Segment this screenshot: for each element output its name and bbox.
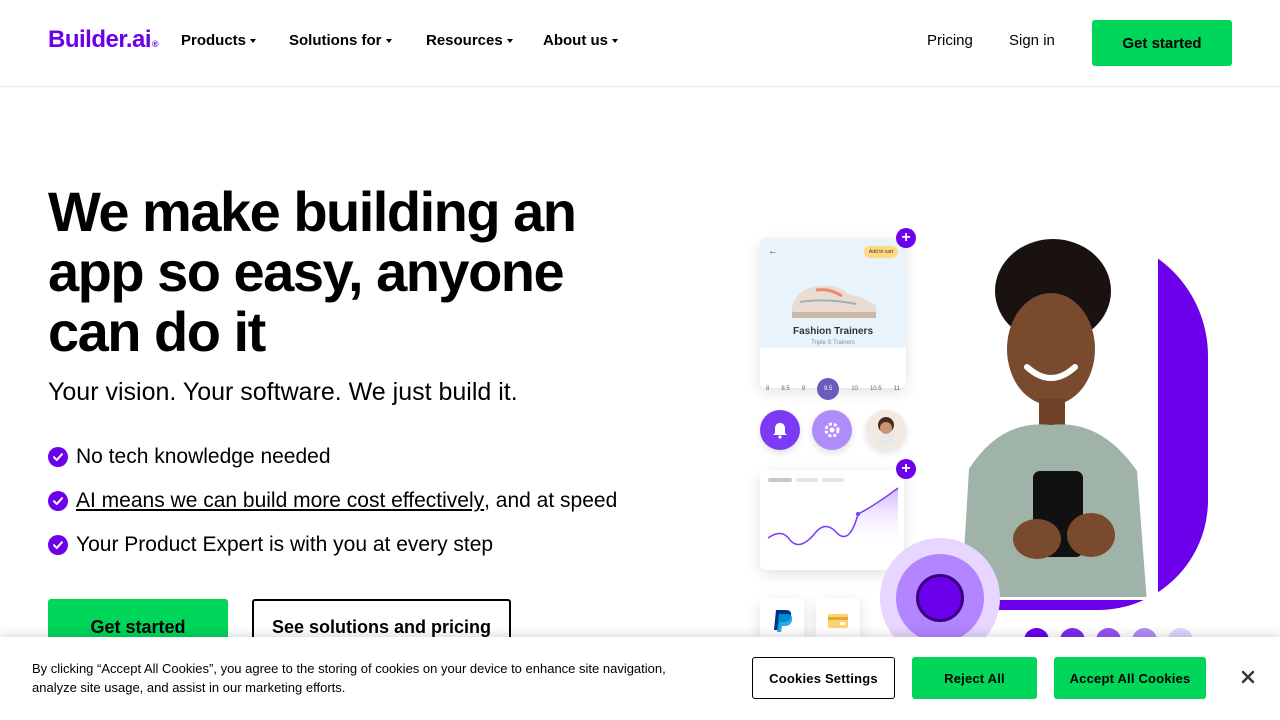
hero-title: We make building an app so easy, anyone …	[48, 180, 577, 363]
size-selector: 8 8.5 9 9.5 10 10.5 11	[766, 378, 900, 400]
add-to-cart-badge: Add to cart	[864, 246, 898, 258]
reject-all-button[interactable]: Reject All	[912, 657, 1037, 699]
list-item: AI means we can build more cost effectiv…	[48, 488, 617, 514]
person-illustration	[941, 239, 1155, 597]
cookies-settings-button[interactable]: Cookies Settings	[752, 657, 895, 699]
size-option: 11	[893, 386, 900, 392]
site-header: Builder.ai ® Products Solutions for Resou…	[0, 0, 1280, 87]
list-item: Your Product Expert is with you at every…	[48, 532, 617, 558]
size-option: 8	[766, 386, 770, 392]
bell-icon	[760, 410, 800, 450]
line-chart-icon	[767, 487, 899, 550]
nav-resources-label: Resources	[426, 32, 503, 49]
nav-products-label: Products	[181, 32, 247, 49]
nav-about-label: About us	[543, 32, 608, 49]
woman-with-phone-image	[938, 236, 1158, 600]
caret-down-icon	[250, 38, 257, 43]
nav-about[interactable]: About us	[543, 32, 618, 49]
size-option: 8.5	[781, 386, 790, 392]
plus-icon: +	[896, 228, 916, 248]
ai-cost-link[interactable]: AI means we can build more cost effectiv…	[76, 489, 484, 513]
gear-icon	[812, 410, 852, 450]
check-icon	[48, 535, 68, 555]
product-card: ← Add to cart Fashion Trainers Triple S …	[760, 238, 906, 400]
product-subtitle: Triple S Trainers	[811, 340, 855, 346]
sneaker-icon	[792, 285, 876, 318]
nav-products[interactable]: Products	[181, 32, 257, 49]
wallet-card	[816, 598, 860, 642]
donut-center	[916, 574, 964, 622]
cookie-banner: By clicking “Accept All Cookies”, you ag…	[0, 637, 1280, 720]
accept-all-cookies-button[interactable]: Accept All Cookies	[1054, 657, 1206, 699]
list-item: No tech knowledge needed	[48, 444, 617, 470]
size-option-selected: 9.5	[817, 378, 840, 400]
size-option: 10.5	[869, 386, 882, 392]
header-get-started-button[interactable]: Get started	[1092, 20, 1232, 66]
donut-ring	[896, 554, 984, 642]
bullet-text: No tech knowledge needed	[76, 445, 331, 468]
caret-down-icon	[385, 38, 392, 43]
feature-list: No tech knowledge needed AI means we can…	[48, 444, 617, 576]
logo-text: Builder.ai	[48, 26, 152, 53]
product-title: Fashion Trainers	[792, 326, 874, 337]
plus-icon: +	[896, 459, 916, 479]
avatar-icon	[866, 410, 906, 450]
bullet-text: , and at speed	[484, 489, 618, 512]
nav-resources[interactable]: Resources	[426, 32, 513, 49]
hero-illustration: ← Add to cart Fashion Trainers Triple S …	[740, 220, 1240, 658]
pricing-link[interactable]: Pricing	[927, 32, 973, 49]
registered-mark: ®	[152, 39, 159, 49]
bullet-text: Your Product Expert is with you at every…	[76, 533, 494, 556]
close-icon[interactable]	[1238, 667, 1258, 687]
check-icon	[48, 491, 68, 511]
builder-ai-logo[interactable]: Builder.ai ®	[48, 26, 159, 54]
paypal-card	[760, 598, 804, 642]
caret-down-icon	[612, 38, 618, 43]
card-icon	[828, 614, 848, 628]
nav-solutions-label: Solutions for	[289, 32, 382, 49]
size-option: 9	[801, 386, 806, 392]
signin-link[interactable]: Sign in	[1009, 32, 1055, 49]
size-option: 10	[851, 386, 858, 392]
cookie-consent-text: By clicking “Accept All Cookies”, you ag…	[32, 661, 666, 695]
back-arrow-icon: ←	[768, 246, 778, 257]
hero-subtitle: Your vision. Your software. We just buil…	[48, 378, 518, 406]
analytics-card	[760, 470, 904, 570]
nav-solutions[interactable]: Solutions for	[289, 32, 392, 49]
check-icon	[48, 447, 68, 467]
paypal-icon	[774, 610, 793, 632]
caret-down-icon	[506, 38, 513, 43]
